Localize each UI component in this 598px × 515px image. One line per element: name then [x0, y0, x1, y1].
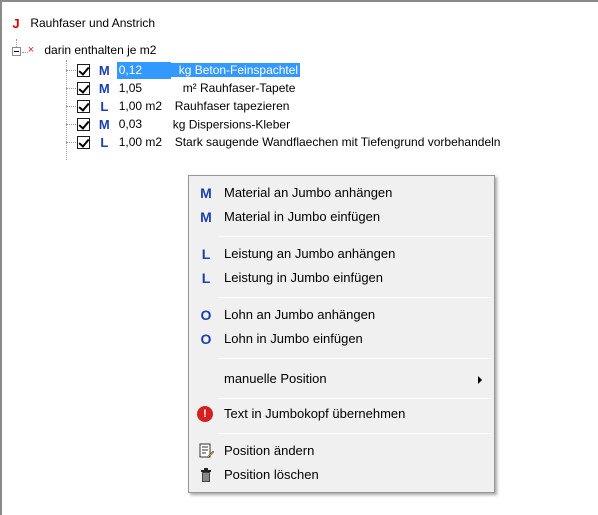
material-icon: M: [98, 63, 110, 79]
material-icon: M: [98, 81, 110, 97]
wage-icon: O: [200, 307, 212, 323]
menu-material-insert[interactable]: M Material in Jumbo einfügen: [191, 206, 492, 228]
item-description: Stark saugende Wandflaechen mit Tiefengr…: [174, 135, 501, 150]
menu-edit-position[interactable]: Position ändern: [191, 440, 492, 462]
menu-text-to-header[interactable]: ! Text in Jumbokopf übernehmen: [191, 403, 492, 425]
tree-group-row[interactable]: × darin enthalten je m2: [25, 42, 157, 59]
item-quantity: 0,03: [118, 117, 143, 132]
material-icon: M: [200, 185, 212, 201]
position-tree[interactable]: J Rauhfaser und Anstrich × darin enthalt…: [0, 0, 598, 515]
item-checkbox[interactable]: [77, 118, 90, 132]
tree-item-row[interactable]: M 0,12 kg Beton-Feinspachtel: [77, 62, 301, 80]
item-checkbox[interactable]: [77, 136, 90, 150]
tree-connector: [66, 60, 67, 160]
tree-item-row[interactable]: M 0,03 kg Dispersions-Kleber: [77, 116, 290, 133]
material-icon: M: [98, 117, 110, 133]
item-quantity: 0,12: [116, 62, 171, 80]
tree-item-row[interactable]: L 1,00 m2 Stark saugende Wandflaechen mit…: [77, 134, 500, 151]
menu-delete-position[interactable]: Position löschen: [191, 464, 492, 486]
warning-icon: !: [197, 406, 213, 422]
item-quantity: 1,05: [118, 81, 143, 96]
job-letter-icon: J: [12, 16, 20, 32]
tree-connector: [16, 39, 17, 47]
menu-wage-append[interactable]: O Lohn an Jumbo anhängen: [191, 304, 492, 326]
menu-material-append[interactable]: M Material an Jumbo anhängen: [191, 182, 492, 204]
menu-service-append[interactable]: L Leistung an Jumbo anhängen: [191, 243, 492, 265]
root-label: Rauhfaser und Anstrich: [30, 16, 156, 31]
wage-icon: O: [200, 331, 212, 347]
menu-separator: [219, 236, 491, 237]
menu-manual-position[interactable]: manuelle Position: [191, 368, 492, 390]
item-checkbox[interactable]: [77, 64, 90, 78]
tree-item-row[interactable]: M 1,05 m² Rauhfaser-Tapete: [77, 80, 295, 97]
item-description: Rauhfaser tapezieren: [174, 99, 290, 114]
tree-root-row[interactable]: J Rauhfaser und Anstrich: [9, 15, 155, 32]
item-checkbox[interactable]: [77, 100, 90, 114]
item-description: kg Beton-Feinspachtel: [170, 63, 301, 78]
service-icon: L: [100, 135, 109, 151]
item-description: kg Dispersions-Kleber: [172, 117, 291, 132]
red-x-icon: ×: [27, 44, 35, 57]
material-icon: M: [200, 209, 212, 225]
item-checkbox[interactable]: [77, 82, 90, 96]
tree-item-row[interactable]: L 1,00 m2 Rauhfaser tapezieren: [77, 98, 289, 115]
trash-icon: [201, 468, 211, 482]
service-icon: L: [201, 270, 211, 286]
menu-service-insert[interactable]: L Leistung in Jumbo einfügen: [191, 267, 492, 289]
item-quantity: 1,00 m2: [118, 135, 163, 150]
collapse-toggle-icon[interactable]: [12, 47, 21, 56]
edit-document-icon: [199, 443, 214, 459]
item-quantity: 1,00 m2: [118, 99, 163, 114]
submenu-arrow-icon: [478, 376, 482, 384]
group-label: darin enthalten je m2: [44, 43, 157, 58]
menu-separator: [219, 433, 491, 434]
service-icon: L: [201, 246, 211, 262]
menu-wage-insert[interactable]: O Lohn in Jumbo einfügen: [191, 328, 492, 350]
context-menu: M Material an Jumbo anhängen M Material …: [188, 175, 495, 493]
item-description: m² Rauhfaser-Tapete: [182, 81, 296, 96]
menu-separator: [219, 358, 491, 359]
service-icon: L: [100, 99, 109, 115]
menu-separator: [219, 398, 491, 399]
menu-separator: [219, 297, 491, 298]
